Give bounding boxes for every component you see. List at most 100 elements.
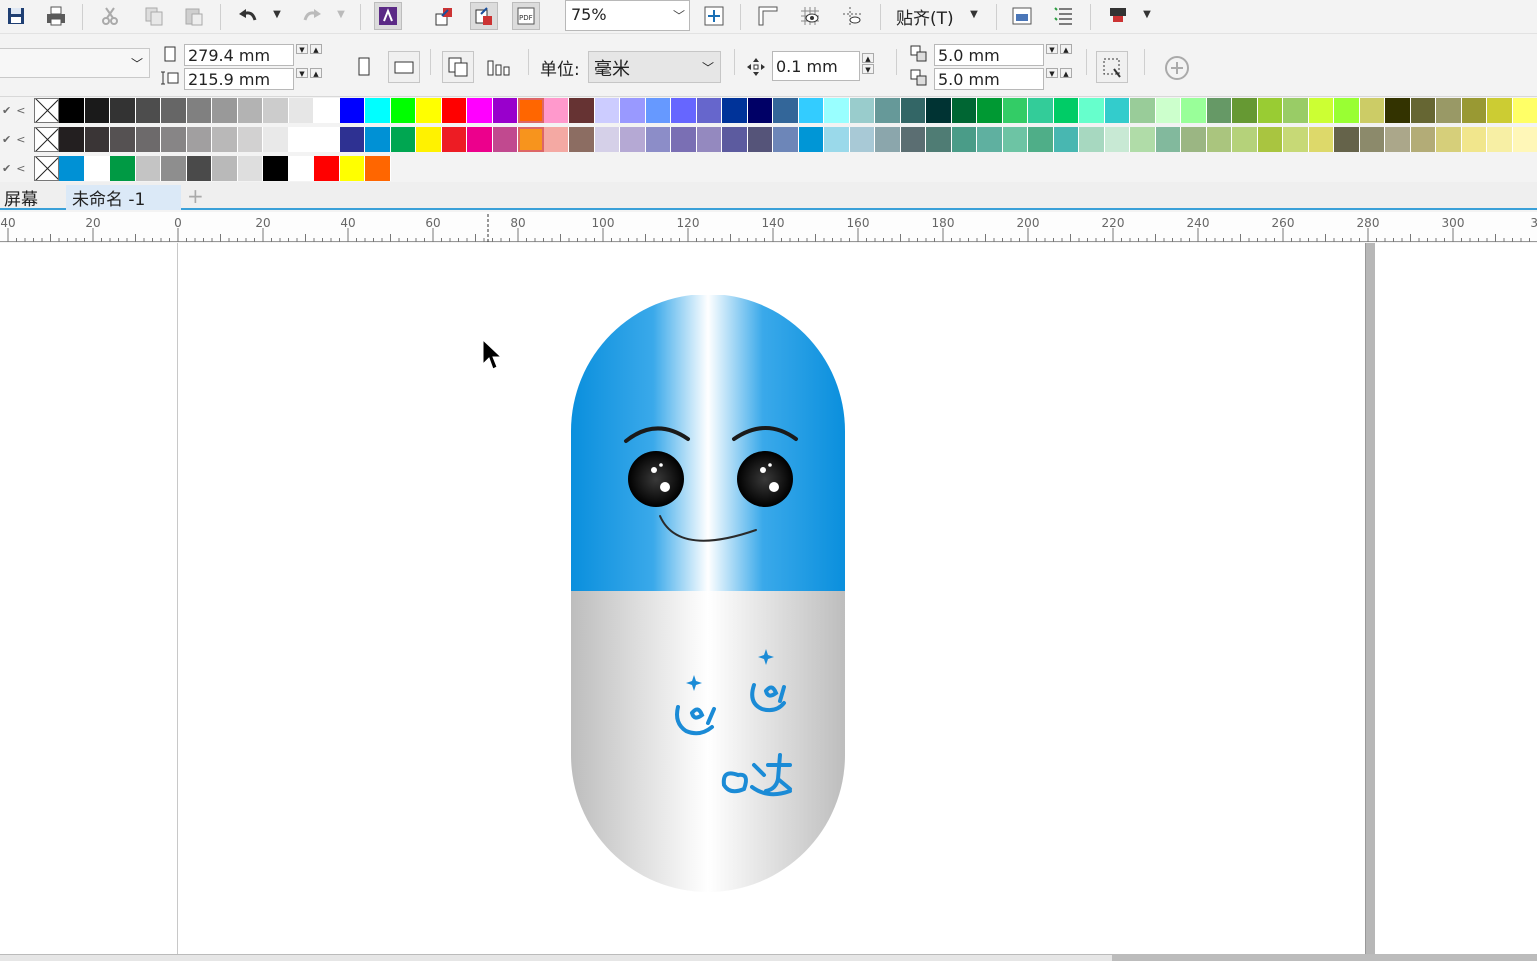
color-swatch[interactable] (1155, 98, 1181, 123)
color-swatch[interactable] (1359, 98, 1385, 123)
color-swatch[interactable] (645, 127, 671, 152)
color-swatch[interactable] (492, 98, 518, 123)
color-swatch[interactable] (671, 127, 697, 152)
publish-pdf-icon[interactable]: PDF (512, 2, 540, 30)
current-page-icon[interactable] (486, 55, 514, 79)
color-swatch[interactable] (951, 127, 977, 152)
duplicate-x-field[interactable]: 5.0 mm (934, 44, 1044, 66)
horizontal-ruler[interactable]: 40 20 0 20 40 60 80 100 120 140 160 180 200 220 240 260… (0, 212, 1537, 242)
color-swatch[interactable] (135, 156, 161, 181)
duplicate-x-spinner[interactable]: ▼ (1046, 44, 1058, 66)
color-swatch[interactable] (1206, 127, 1232, 152)
color-swatch[interactable] (594, 127, 620, 152)
treat-as-filled-button[interactable] (1096, 51, 1128, 83)
color-swatch[interactable] (212, 127, 238, 152)
full-screen-preview-icon[interactable] (700, 2, 728, 30)
launcher-dropdown-icon[interactable]: ▼ (1142, 9, 1152, 23)
color-swatch[interactable] (237, 127, 263, 152)
color-swatch[interactable] (161, 98, 187, 123)
color-swatch[interactable] (977, 127, 1003, 152)
color-swatch[interactable] (186, 98, 212, 123)
color-swatch[interactable] (314, 98, 340, 123)
color-swatch[interactable] (467, 127, 493, 152)
color-swatch[interactable] (849, 127, 875, 152)
color-swatch[interactable] (339, 127, 365, 152)
unit-select[interactable]: 毫米 ﹀ (588, 51, 721, 83)
zoom-level-select[interactable]: 75% ﹀ (565, 0, 690, 31)
color-swatch[interactable] (1130, 127, 1156, 152)
color-swatch[interactable] (339, 98, 365, 123)
snap-to-menu[interactable]: 贴齐(T) (896, 4, 954, 29)
color-swatch[interactable] (110, 127, 136, 152)
page-width-spinner[interactable]: ▼ (296, 44, 308, 66)
color-swatch[interactable] (824, 127, 850, 152)
color-swatch[interactable] (1410, 98, 1436, 123)
all-pages-button[interactable] (442, 51, 474, 83)
color-swatch[interactable] (900, 127, 926, 152)
color-swatch[interactable] (543, 127, 569, 152)
color-swatch[interactable] (1461, 98, 1487, 123)
palette-controls[interactable]: ✔ < (0, 126, 34, 153)
color-swatch[interactable] (390, 127, 416, 152)
color-swatch[interactable] (1308, 127, 1334, 152)
color-swatch[interactable] (365, 127, 391, 152)
color-swatch[interactable] (263, 98, 289, 123)
color-swatch[interactable] (1487, 127, 1513, 152)
palette-controls[interactable]: ✔ < (0, 155, 34, 182)
color-swatch[interactable] (84, 127, 110, 152)
color-swatch[interactable] (59, 156, 85, 181)
horizontal-scrollbar[interactable] (1112, 955, 1537, 961)
color-swatch[interactable] (135, 127, 161, 152)
color-swatch[interactable] (798, 127, 824, 152)
redo-icon[interactable] (298, 2, 326, 30)
color-swatch[interactable] (110, 98, 136, 123)
color-swatch[interactable] (365, 156, 391, 181)
color-swatch[interactable] (798, 98, 824, 123)
color-swatch[interactable] (773, 127, 799, 152)
color-swatch[interactable] (569, 98, 595, 123)
cut-icon[interactable] (96, 2, 124, 30)
color-swatch[interactable] (1232, 127, 1258, 152)
color-swatch[interactable] (263, 156, 289, 181)
paste-icon[interactable] (180, 2, 208, 30)
color-swatch[interactable] (1257, 98, 1283, 123)
color-swatch[interactable] (263, 127, 289, 152)
undo-dropdown-icon[interactable]: ▼ (272, 9, 282, 23)
color-swatch[interactable] (518, 127, 544, 152)
color-swatch[interactable] (365, 98, 391, 123)
color-swatch[interactable] (773, 98, 799, 123)
no-color-swatch[interactable] (34, 156, 59, 181)
duplicate-y-field[interactable]: 5.0 mm (934, 68, 1044, 90)
show-guidelines-icon[interactable] (838, 2, 866, 30)
color-swatch[interactable] (1512, 127, 1537, 152)
portrait-icon[interactable] (352, 55, 376, 79)
color-swatch[interactable] (824, 98, 850, 123)
color-swatch[interactable] (314, 156, 340, 181)
color-swatch[interactable] (1028, 98, 1054, 123)
color-swatch[interactable] (645, 98, 671, 123)
page-size-preset-select[interactable]: ﹀ (0, 48, 150, 78)
color-swatch[interactable] (620, 127, 646, 152)
color-swatch[interactable] (1053, 98, 1079, 123)
color-swatch[interactable] (441, 98, 467, 123)
color-swatch[interactable] (237, 156, 263, 181)
color-swatch[interactable] (1461, 127, 1487, 152)
nudge-distance-field[interactable]: 0.1 mm (772, 51, 860, 81)
color-swatch[interactable] (1385, 98, 1411, 123)
color-swatch[interactable] (875, 127, 901, 152)
color-swatch[interactable] (288, 98, 314, 123)
welcome-screen-icon[interactable] (1008, 2, 1036, 30)
landscape-button[interactable] (388, 51, 420, 83)
undo-icon[interactable] (234, 2, 262, 30)
color-swatch[interactable] (977, 98, 1003, 123)
color-swatch[interactable] (1257, 127, 1283, 152)
color-swatch[interactable] (467, 98, 493, 123)
color-swatch[interactable] (84, 98, 110, 123)
color-swatch[interactable] (518, 98, 544, 123)
color-swatch[interactable] (1104, 127, 1130, 152)
color-swatch[interactable] (1181, 127, 1207, 152)
color-swatch[interactable] (926, 127, 952, 152)
color-swatch[interactable] (186, 156, 212, 181)
color-swatch[interactable] (671, 98, 697, 123)
color-swatch[interactable] (1385, 127, 1411, 152)
